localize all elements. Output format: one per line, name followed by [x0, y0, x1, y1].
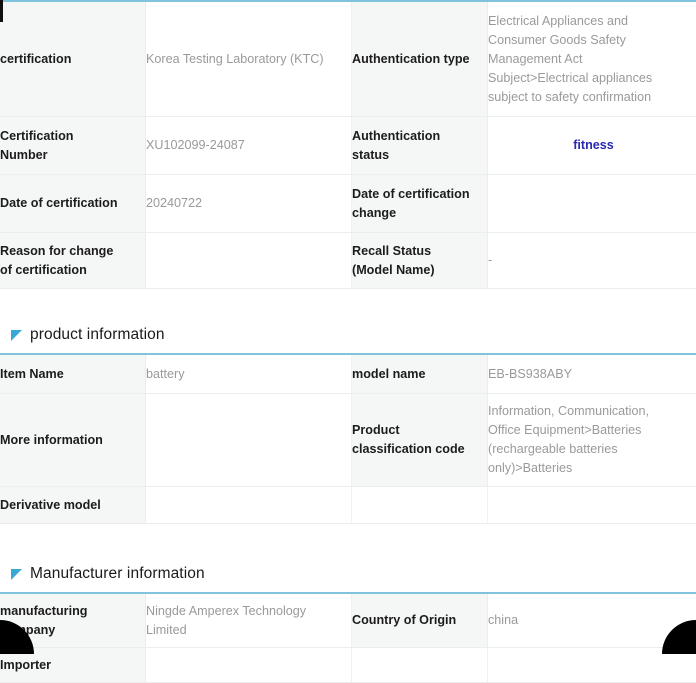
panel-left-edge	[0, 0, 3, 22]
table-row: certification Korea Testing Laboratory (…	[0, 1, 696, 117]
row-value-recall-status: -	[488, 233, 696, 289]
row-value-derivative-model	[146, 487, 352, 524]
row-label-importer-empty	[352, 648, 488, 683]
section-header-manufacturer-information: Manufacturer information	[0, 562, 696, 586]
row-label-country-of-origin: Country of Origin	[352, 593, 488, 648]
row-value-date-of-certification: 20240722	[146, 175, 352, 233]
row-label-derivative-model: Derivative model	[0, 487, 146, 524]
row-label-recall-status: Recall Status (Model Name)	[352, 233, 488, 289]
row-label-reason-for-change: Reason for change of certification	[0, 233, 146, 289]
row-label-authentication-type: Authentication type	[352, 1, 488, 117]
page-root: certification Korea Testing Laboratory (…	[0, 0, 696, 654]
section-gap	[0, 524, 696, 562]
row-value-certification-number: XU102099-24087	[146, 117, 352, 175]
table-row: More information Product classification …	[0, 394, 696, 487]
row-label-model-name: model name	[352, 354, 488, 394]
content-container: certification Korea Testing Laboratory (…	[0, 0, 696, 683]
table-row: Date of certification 20240722 Date of c…	[0, 175, 696, 233]
row-label-date-of-certification: Date of certification	[0, 175, 146, 233]
row-value-importer-empty	[488, 648, 696, 683]
table-row: Item Name battery model name EB-BS938ABY	[0, 354, 696, 394]
certification-table: certification Korea Testing Laboratory (…	[0, 0, 696, 289]
section-gap	[0, 289, 696, 323]
row-value-manufacturing-company: Ningde Amperex Technology Limited	[146, 593, 352, 648]
row-label-more-information: More information	[0, 394, 146, 487]
row-value-authentication-status: fitness	[488, 117, 696, 175]
row-value-reason-for-change	[146, 233, 352, 289]
row-value-model-name: EB-BS938ABY	[488, 354, 696, 394]
row-label-derivative-empty	[352, 487, 488, 524]
row-value-more-information	[146, 394, 352, 487]
row-value-importer	[146, 648, 352, 683]
row-label-product-classification-code: Product classification code	[352, 394, 488, 487]
section-title-text: Manufacturer information	[30, 565, 205, 583]
row-label-manufacturing-company: manufacturing company	[0, 593, 146, 648]
row-label-importer: Importer	[0, 648, 146, 683]
row-label-item-name: Item Name	[0, 354, 146, 394]
product-information-table: Item Name battery model name EB-BS938ABY…	[0, 353, 696, 524]
row-label-date-of-certification-change: Date of certification change	[352, 175, 488, 233]
table-row: Reason for change of certification Recal…	[0, 233, 696, 289]
manufacturer-information-table: manufacturing company Ningde Amperex Tec…	[0, 592, 696, 683]
section-header-product-information: product information	[0, 323, 696, 347]
table-row: Certification Number XU102099-24087 Auth…	[0, 117, 696, 175]
flag-icon	[11, 569, 23, 582]
table-row: Importer	[0, 648, 696, 683]
row-value-authentication-type: Electrical Appliances and Consumer Goods…	[488, 1, 696, 117]
row-label-certification: certification	[0, 1, 146, 117]
table-row: manufacturing company Ningde Amperex Tec…	[0, 593, 696, 648]
row-value-derivative-empty	[488, 487, 696, 524]
table-row: Derivative model	[0, 487, 696, 524]
row-label-certification-number: Certification Number	[0, 117, 146, 175]
row-value-country-of-origin: china	[488, 593, 696, 648]
row-value-product-classification-code: Information, Communication, Office Equip…	[488, 394, 696, 487]
row-value-date-of-certification-change	[488, 175, 696, 233]
row-value-item-name: battery	[146, 354, 352, 394]
flag-icon	[11, 330, 23, 343]
row-value-certification-body: Korea Testing Laboratory (KTC)	[146, 1, 352, 117]
row-label-authentication-status: Authentication status	[352, 117, 488, 175]
section-title-text: product information	[30, 326, 165, 344]
